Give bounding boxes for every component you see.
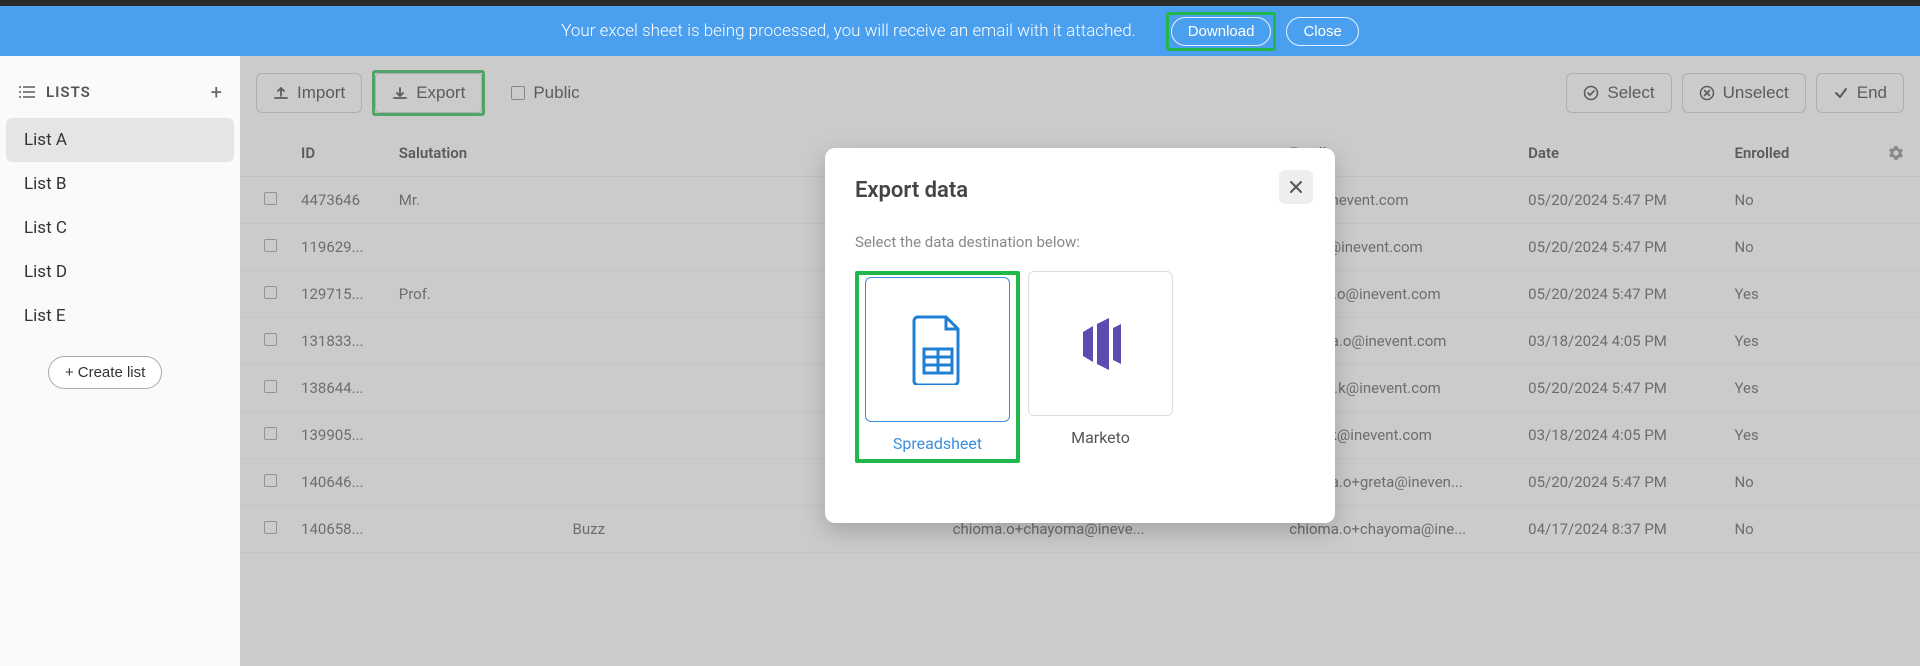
sidebar-item-list-a[interactable]: List A: [6, 118, 234, 162]
marketo-option[interactable]: Marketo: [1028, 271, 1173, 463]
close-modal-button[interactable]: [1279, 170, 1313, 204]
export-modal: Export data Select the data destination …: [825, 148, 1335, 523]
banner-message: Your excel sheet is being processed, you…: [561, 21, 1136, 41]
modal-title: Export data: [855, 178, 1305, 203]
plus-icon: +: [65, 364, 74, 381]
sidebar-title: LISTS: [18, 83, 91, 101]
marketo-icon: [1071, 314, 1131, 374]
sidebar-title-label: LISTS: [46, 83, 91, 101]
modal-subtitle: Select the data destination below:: [855, 233, 1305, 251]
main-panel: Import Export Public Sel: [240, 56, 1920, 666]
create-list-label: Create list: [78, 364, 146, 381]
sidebar: LISTS + List A List B List C List D List…: [0, 56, 240, 666]
sidebar-header: LISTS +: [0, 66, 240, 118]
marketo-label: Marketo: [1071, 428, 1130, 447]
banner-buttons: Download Close: [1166, 12, 1359, 51]
sidebar-item-list-c[interactable]: List C: [0, 206, 240, 250]
marketo-card[interactable]: [1028, 271, 1173, 416]
close-icon: [1288, 179, 1304, 195]
spreadsheet-option[interactable]: Spreadsheet: [865, 277, 1010, 453]
sidebar-item-list-d[interactable]: List D: [0, 250, 240, 294]
notification-banner: Your excel sheet is being processed, you…: [0, 6, 1920, 56]
spreadsheet-highlight: Spreadsheet: [855, 271, 1020, 463]
spreadsheet-icon: [910, 315, 966, 385]
sidebar-item-list-b[interactable]: List B: [0, 162, 240, 206]
sidebar-item-list-e[interactable]: List E: [0, 294, 240, 338]
lists-icon: [18, 85, 36, 99]
download-button[interactable]: Download: [1171, 17, 1272, 46]
create-list-button[interactable]: + Create list: [48, 356, 162, 389]
close-banner-button[interactable]: Close: [1286, 17, 1358, 46]
spreadsheet-label: Spreadsheet: [893, 434, 982, 453]
download-highlight: Download: [1166, 12, 1277, 51]
sidebar-list: List A List B List C List D List E: [0, 118, 240, 338]
content-area: LISTS + List A List B List C List D List…: [0, 56, 1920, 666]
add-list-icon[interactable]: +: [211, 80, 222, 104]
spreadsheet-card[interactable]: [865, 277, 1010, 422]
destination-row: Spreadsheet Marketo: [855, 271, 1305, 463]
